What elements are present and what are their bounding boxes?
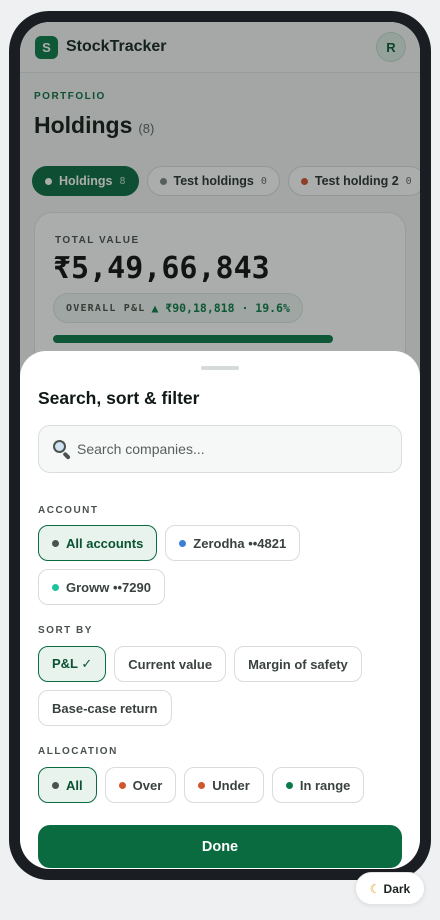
sheet-grabber[interactable] (201, 366, 239, 370)
chip-label: Zerodha ••4821 (193, 535, 287, 551)
chip-dot (179, 539, 187, 547)
sort-chips: P&L ✓ Current value Margin of safety Bas… (38, 646, 402, 726)
allocation-section-label: ALLOCATION (38, 746, 118, 757)
chip-label: Groww ••7290 (66, 579, 151, 595)
sort-chip-margin-of-safety[interactable]: Margin of safety (234, 646, 362, 682)
allocation-chip-all[interactable]: All (38, 767, 97, 803)
done-button[interactable]: Done (38, 825, 402, 868)
chip-dot (118, 781, 126, 789)
moon-icon: ☾ (369, 881, 381, 896)
account-section-label: ACCOUNT (38, 505, 99, 516)
account-chip-groww[interactable]: Groww ••7290 (38, 569, 165, 605)
allocation-chip-in-range[interactable]: In range (271, 767, 365, 803)
phone-frame: S StockTracker R PORTFOLIO Holdings (8) … (9, 11, 431, 880)
chip-dot (52, 583, 59, 591)
account-chip-zerodha[interactable]: Zerodha ••4821 (165, 525, 301, 561)
chip-label: In range (299, 777, 351, 793)
allocation-chip-over[interactable]: Over (104, 767, 177, 803)
sort-chip-pl[interactable]: P&L ✓ (38, 646, 107, 682)
theme-toggle-label: Dark (383, 881, 411, 896)
filter-sheet: Search, sort & filter ACCOUNT All accoun… (20, 351, 420, 869)
allocation-chip-under[interactable]: Under (184, 767, 264, 803)
sort-chip-base-case-return[interactable]: Base-case return (38, 690, 172, 726)
chip-dot (52, 781, 59, 789)
chip-label: All (66, 777, 83, 793)
theme-toggle-button[interactable]: ☾ Dark (355, 872, 425, 905)
search-box[interactable] (38, 425, 402, 473)
search-input[interactable] (77, 441, 389, 457)
chip-dot (198, 781, 206, 789)
chip-label: All accounts (66, 535, 144, 551)
chip-label: Over (132, 777, 163, 793)
search-icon (51, 439, 71, 460)
screen: S StockTracker R PORTFOLIO Holdings (8) … (20, 22, 420, 869)
chip-label: Under (212, 777, 250, 793)
chip-dot (52, 539, 59, 547)
sheet-title: Search, sort & filter (38, 388, 200, 408)
allocation-chips: All Over Under In range (38, 767, 402, 803)
account-chips: All accounts Zerodha ••4821 Groww ••7290 (38, 525, 402, 605)
sort-chip-current-value[interactable]: Current value (114, 646, 227, 682)
account-chip-all[interactable]: All accounts (38, 525, 158, 561)
chip-dot (285, 781, 293, 789)
sort-section-label: SORT BY (38, 625, 93, 636)
